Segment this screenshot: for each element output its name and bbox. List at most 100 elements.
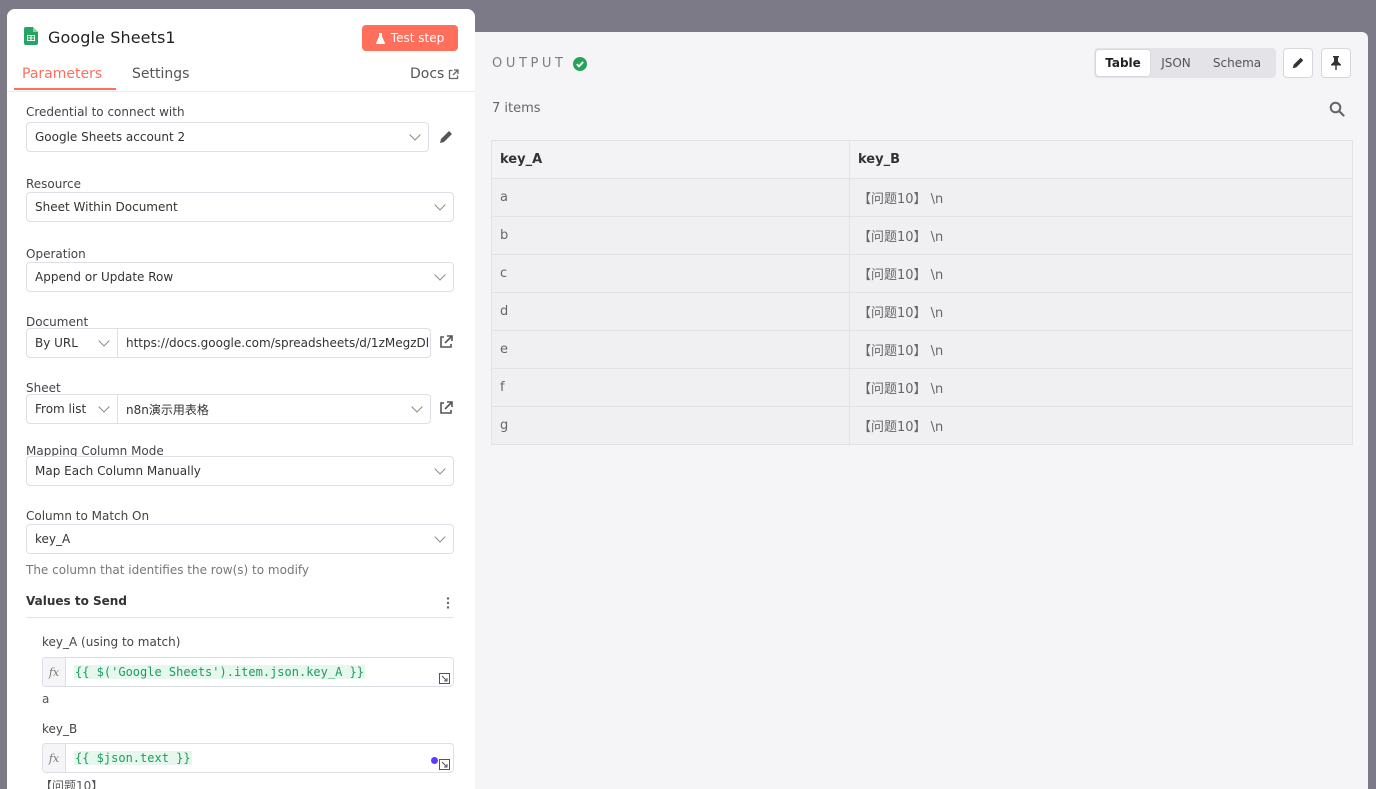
node-header: Google Sheets1 Test step Parameters Sett… xyxy=(7,9,475,91)
view-schema-button[interactable]: Schema xyxy=(1202,50,1272,76)
fx-icon: fx xyxy=(43,744,66,772)
match-column-hint: The column that identifies the row(s) to… xyxy=(26,563,310,577)
table-row: d 【问题10】 \n xyxy=(491,292,1353,331)
tab-parameters[interactable]: Parameters xyxy=(22,66,102,82)
mapping-mode-select[interactable]: Map Each Column Manually xyxy=(26,456,454,486)
table-cell[interactable]: 【问题10】 \n xyxy=(849,292,1353,331)
open-link-icon[interactable] xyxy=(438,334,454,350)
chevron-down-icon xyxy=(434,463,446,475)
table-cell[interactable]: b xyxy=(491,216,850,255)
resource-value: Sheet Within Document xyxy=(35,200,178,214)
sheet-mode-value: From list xyxy=(35,402,87,416)
document-mode-value: By URL xyxy=(35,336,78,350)
match-column-select[interactable]: key_A xyxy=(26,524,454,554)
table-cell[interactable]: 【问题10】 \n xyxy=(849,406,1353,445)
table-cell[interactable]: 【问题10】 \n xyxy=(849,368,1353,407)
credential-value: Google Sheets account 2 xyxy=(35,130,186,144)
mapping-mode-value: Map Each Column Manually xyxy=(35,464,201,478)
more-options-icon[interactable] xyxy=(446,597,450,609)
column-header-key-a[interactable]: key_A xyxy=(491,140,850,179)
table-cell[interactable]: 【问题10】 \n xyxy=(849,178,1353,217)
expand-icon[interactable] xyxy=(439,673,450,684)
document-label: Document xyxy=(26,315,89,329)
active-tab-indicator xyxy=(14,88,116,90)
chevron-down-icon xyxy=(98,335,110,347)
sheet-label: Sheet xyxy=(26,381,61,395)
output-table: key_A key_B a 【问题10】 \n b 【问题10】 \n c 【问… xyxy=(491,140,1353,445)
operation-value: Append or Update Row xyxy=(35,270,174,284)
success-check-icon xyxy=(572,56,587,71)
table-header-row: key_A key_B xyxy=(491,140,1353,179)
sheet-mode-select[interactable]: From list xyxy=(26,394,118,424)
docs-label: Docs xyxy=(410,66,445,82)
edit-output-button[interactable] xyxy=(1283,48,1313,78)
resource-select[interactable]: Sheet Within Document xyxy=(26,192,454,222)
sheet-select[interactable]: n8n演示用表格 xyxy=(118,394,431,424)
credential-select[interactable]: Google Sheets account 2 xyxy=(26,122,429,152)
pencil-icon xyxy=(1292,57,1304,69)
test-step-button[interactable]: Test step xyxy=(362,25,458,51)
search-icon[interactable] xyxy=(1329,101,1345,117)
pin-output-button[interactable] xyxy=(1321,48,1351,78)
node-settings-panel: Google Sheets1 Test step Parameters Sett… xyxy=(7,9,475,789)
tab-settings[interactable]: Settings xyxy=(132,66,189,82)
credential-label: Credential to connect with xyxy=(26,105,185,119)
table-cell[interactable]: g xyxy=(491,406,850,445)
view-switch: Table JSON Schema xyxy=(1094,48,1276,78)
cursor-dot-icon xyxy=(431,757,438,764)
table-cell[interactable]: 【问题10】 \n xyxy=(849,330,1353,369)
match-column-label: Column to Match On xyxy=(26,509,150,523)
table-cell[interactable]: c xyxy=(491,254,850,293)
table-row: e 【问题10】 \n xyxy=(491,330,1353,369)
values-section-title: Values to Send xyxy=(26,594,127,608)
key-a-expression: {{ $('Google Sheets').item.json.key_A }} xyxy=(74,665,365,679)
column-header-key-b[interactable]: key_B xyxy=(849,140,1353,179)
table-row: b 【问题10】 \n xyxy=(491,216,1353,255)
document-url-input[interactable]: https://docs.google.com/spreadsheets/d/1… xyxy=(118,328,431,358)
pencil-icon[interactable] xyxy=(438,129,454,145)
output-header: OUTPUT xyxy=(492,56,587,71)
fx-icon: fx xyxy=(43,658,66,686)
table-cell[interactable]: 【问题10】 \n xyxy=(849,216,1353,255)
output-panel: OUTPUT Table JSON Schema 7 items key_A k… xyxy=(475,32,1368,789)
section-divider xyxy=(26,617,454,618)
pin-icon xyxy=(1331,56,1341,70)
node-title[interactable]: Google Sheets1 xyxy=(48,28,176,47)
chevron-down-icon xyxy=(434,531,446,543)
docs-link[interactable]: Docs xyxy=(410,66,459,82)
table-row: f 【问题10】 \n xyxy=(491,368,1353,407)
table-row: c 【问题10】 \n xyxy=(491,254,1353,293)
chevron-down-icon xyxy=(434,199,446,211)
expand-icon[interactable] xyxy=(439,759,450,770)
operation-label: Operation xyxy=(26,247,86,261)
test-step-label: Test step xyxy=(390,31,445,45)
table-row: a 【问题10】 \n xyxy=(491,178,1353,217)
document-url-value: https://docs.google.com/spreadsheets/d/1… xyxy=(126,336,431,350)
table-cell[interactable]: 【问题10】 \n xyxy=(849,254,1353,293)
table-cell[interactable]: a xyxy=(491,178,850,217)
table-cell[interactable]: f xyxy=(491,368,850,407)
output-title: OUTPUT xyxy=(492,56,567,71)
key-b-label: key_B xyxy=(42,722,78,736)
key-a-expression-input[interactable]: fx {{ $('Google Sheets').item.json.key_A… xyxy=(42,657,454,687)
match-column-value: key_A xyxy=(35,532,71,546)
document-mode-select[interactable]: By URL xyxy=(26,328,118,358)
view-table-button[interactable]: Table xyxy=(1096,50,1150,76)
items-count: 7 items xyxy=(492,101,541,116)
chevron-down-icon xyxy=(409,129,421,141)
key-b-expression: {{ $json.text }} xyxy=(74,751,192,765)
operation-select[interactable]: Append or Update Row xyxy=(26,262,454,292)
table-cell[interactable]: d xyxy=(491,292,850,331)
parameters-form: Credential to connect with Google Sheets… xyxy=(7,91,475,789)
key-a-label: key_A (using to match) xyxy=(42,635,181,649)
table-row: g 【问题10】 \n xyxy=(491,406,1353,445)
flask-icon xyxy=(375,32,385,44)
open-link-icon[interactable] xyxy=(438,400,454,416)
key-b-result: 【问题10】 xyxy=(40,779,104,789)
key-b-expression-input[interactable]: fx {{ $json.text }} xyxy=(42,743,454,773)
key-a-result: a xyxy=(42,692,50,706)
external-link-icon xyxy=(449,68,459,79)
table-cell[interactable]: e xyxy=(491,330,850,369)
sheet-value: n8n演示用表格 xyxy=(126,402,209,417)
view-json-button[interactable]: JSON xyxy=(1150,50,1202,76)
